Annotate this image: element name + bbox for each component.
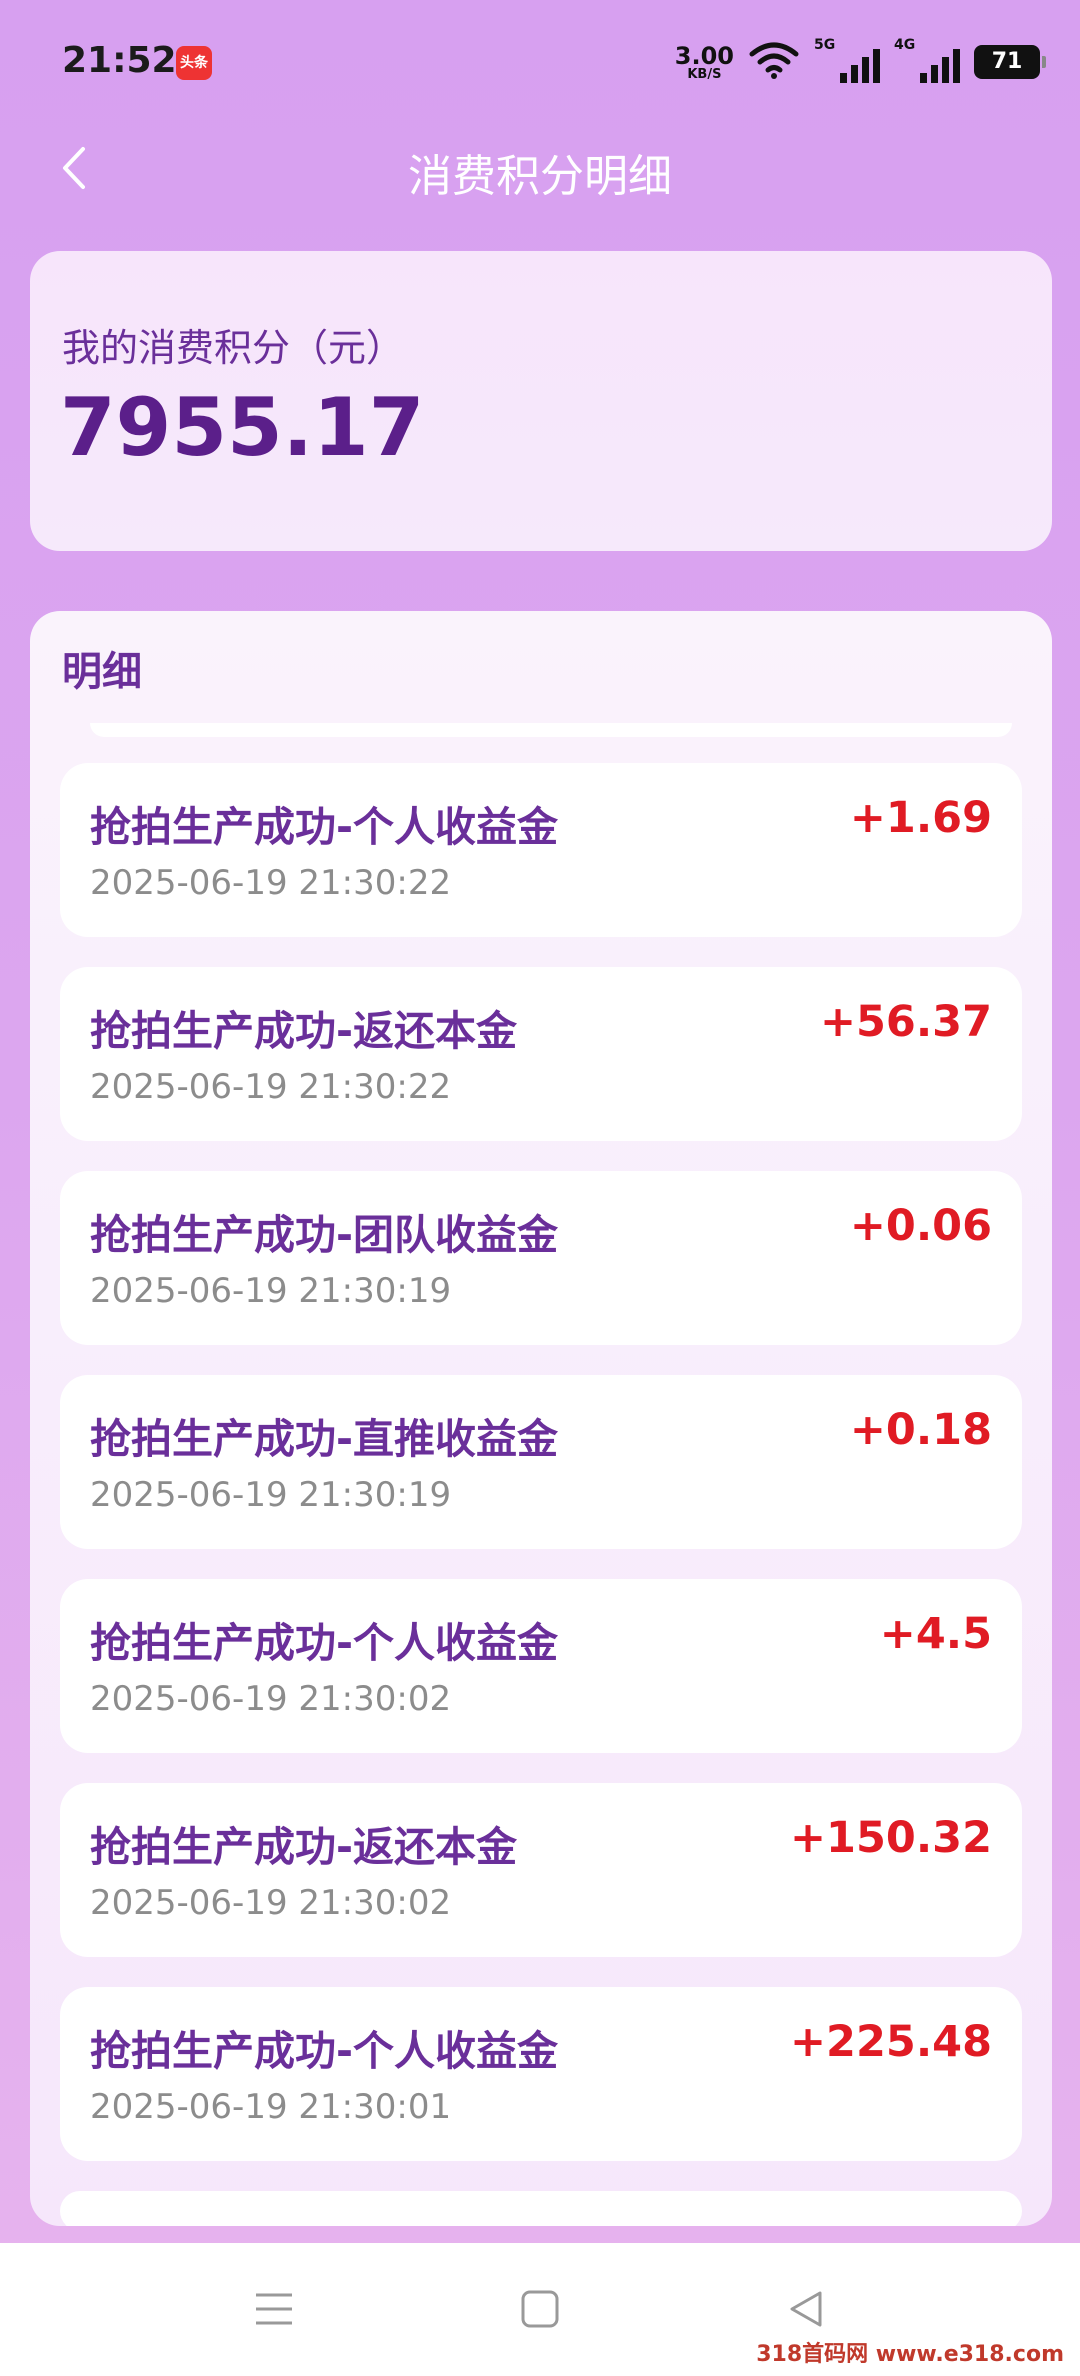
battery-icon: 71 (974, 45, 1046, 79)
list-item[interactable]: 抢拍生产成功-个人收益金 2025-06-19 21:30:01 +225.48 (60, 1987, 1022, 2161)
points-value: 7955.17 (60, 381, 425, 474)
item-time: 2025-06-19 21:30:22 (90, 863, 452, 903)
network-speed-unit: KB/S (687, 66, 722, 82)
network-speed: 3.00 KB/S (675, 44, 734, 81)
nav-back-button[interactable] (776, 2279, 836, 2339)
item-title: 抢拍生产成功-直推收益金 (90, 1415, 559, 1463)
item-title: 抢拍生产成功-团队收益金 (90, 1211, 559, 1259)
item-amount: +1.69 (849, 793, 992, 843)
item-time: 2025-06-19 21:30:02 (90, 1679, 452, 1719)
list-item-partial[interactable] (60, 2191, 1022, 2226)
status-bar: 21:52 头条 3.00 KB/S 5G 4G 71 (0, 0, 1080, 124)
menu-icon (256, 2293, 292, 2325)
item-amount: +56.37 (819, 997, 992, 1047)
signal-4g-label: 4G (894, 37, 916, 53)
detail-card: 明细 抢拍生产成功-个人收益金 2025-06-19 21:30:22 +1.6… (30, 611, 1052, 2226)
system-nav-bar: 318首码网 www.e318.com (0, 2243, 1080, 2376)
status-icons: 3.00 KB/S 5G 4G 71 (675, 37, 1046, 86)
menu-button[interactable] (244, 2279, 304, 2339)
item-amount: +225.48 (790, 2017, 992, 2067)
home-square-icon (521, 2290, 559, 2328)
item-title: 抢拍生产成功-返还本金 (90, 1823, 518, 1871)
item-title: 抢拍生产成功-个人收益金 (90, 2027, 559, 2075)
signal-5g-label: 5G (814, 37, 836, 53)
detail-heading: 明细 (62, 649, 142, 695)
wifi-icon (748, 40, 800, 84)
status-time: 21:52 (62, 40, 177, 81)
transaction-list[interactable]: 抢拍生产成功-个人收益金 2025-06-19 21:30:22 +1.69 抢… (60, 763, 1022, 2226)
home-button[interactable] (510, 2279, 570, 2339)
points-summary-card: 我的消费积分（元） 7955.17 (30, 251, 1052, 551)
points-label: 我的消费积分（元） (62, 326, 405, 370)
back-triangle-icon (790, 2291, 822, 2327)
list-item[interactable]: 抢拍生产成功-返还本金 2025-06-19 21:30:02 +150.32 (60, 1783, 1022, 1957)
list-item[interactable]: 抢拍生产成功-团队收益金 2025-06-19 21:30:19 +0.06 (60, 1171, 1022, 1345)
item-time: 2025-06-19 21:30:22 (90, 1067, 452, 1107)
item-amount: +150.32 (790, 1813, 992, 1863)
top-app-bar: 消费积分明细 (0, 124, 1080, 210)
watermark-text: 318首码网 www.e318.com (756, 2342, 1064, 2367)
list-item[interactable]: 抢拍生产成功-返还本金 2025-06-19 21:30:22 +56.37 (60, 967, 1022, 1141)
item-amount: +4.5 (879, 1609, 992, 1659)
list-item[interactable]: 抢拍生产成功-直推收益金 2025-06-19 21:30:19 +0.18 (60, 1375, 1022, 1549)
list-item[interactable]: 抢拍生产成功-个人收益金 2025-06-19 21:30:02 +4.5 (60, 1579, 1022, 1753)
item-time: 2025-06-19 21:30:01 (90, 2087, 452, 2127)
item-title: 抢拍生产成功-个人收益金 (90, 803, 559, 851)
item-amount: +0.06 (849, 1201, 992, 1251)
network-speed-value: 3.00 (674, 41, 734, 70)
list-item[interactable]: 抢拍生产成功-个人收益金 2025-06-19 21:30:22 +1.69 (60, 763, 1022, 937)
signal-5g-icon: 5G (814, 37, 880, 83)
item-amount: +0.18 (849, 1405, 992, 1455)
list-top-edge (90, 723, 1012, 737)
item-time: 2025-06-19 21:30:19 (90, 1271, 452, 1311)
item-title: 抢拍生产成功-返还本金 (90, 1007, 518, 1055)
signal-4g-icon: 4G (894, 37, 960, 83)
battery-level: 71 (991, 49, 1023, 74)
app-notification-icon: 头条 (176, 46, 212, 80)
item-time: 2025-06-19 21:30:19 (90, 1475, 452, 1515)
page-title: 消费积分明细 (408, 151, 672, 202)
item-time: 2025-06-19 21:30:02 (90, 1883, 452, 1923)
item-title: 抢拍生产成功-个人收益金 (90, 1619, 559, 1667)
